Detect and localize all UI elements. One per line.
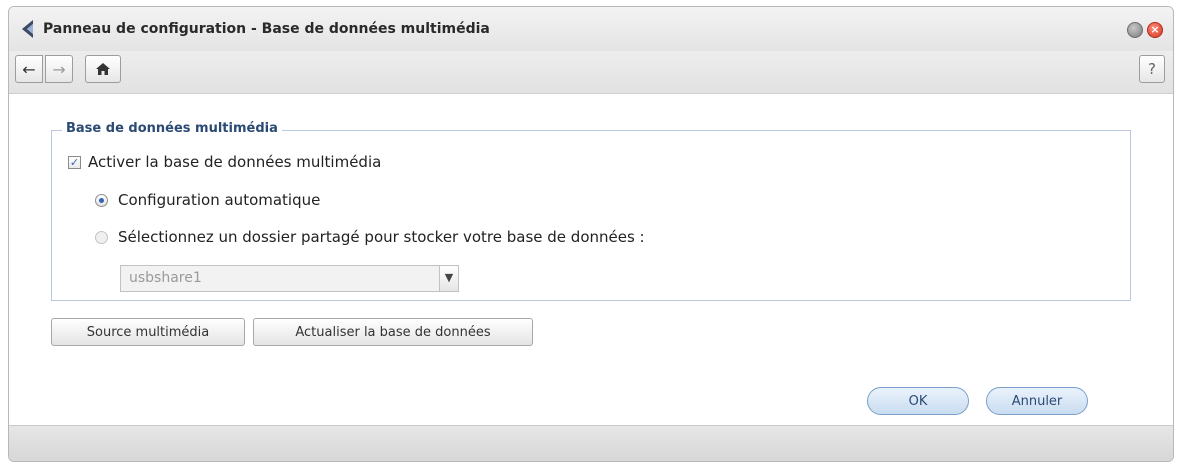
toolbar: ← → ? xyxy=(9,51,1173,94)
source-multimedia-button[interactable]: Source multimédia xyxy=(51,318,245,346)
refresh-database-button[interactable]: Actualiser la base de données xyxy=(253,318,533,346)
forward-button[interactable]: → xyxy=(45,55,73,83)
enable-label: Activer la base de données multimédia xyxy=(88,153,382,171)
enable-checkbox[interactable]: ✓ xyxy=(68,155,81,169)
arrow-right-icon: → xyxy=(52,59,66,79)
app-logo-icon xyxy=(22,20,33,38)
home-button[interactable] xyxy=(85,55,121,83)
config-window: Panneau de configuration - Base de donné… xyxy=(8,6,1174,462)
minimize-button[interactable] xyxy=(1127,22,1143,38)
ok-button[interactable]: OK xyxy=(867,387,969,415)
main-content: Base de données multimédia ✓ Activer la … xyxy=(9,94,1173,428)
window-title: Panneau de configuration - Base de donné… xyxy=(43,21,490,37)
close-button[interactable]: × xyxy=(1147,22,1163,38)
shared-folder-value: usbshare1 xyxy=(129,270,202,286)
cancel-button[interactable]: Annuler xyxy=(986,387,1088,415)
media-db-fieldset: Base de données multimédia ✓ Activer la … xyxy=(51,121,1131,301)
radio-shared[interactable] xyxy=(95,230,108,244)
title-bar: Panneau de configuration - Base de donné… xyxy=(9,7,1173,51)
radio-auto[interactable] xyxy=(95,193,108,207)
help-button[interactable]: ? xyxy=(1139,55,1165,83)
chevron-down-icon[interactable]: ▼ xyxy=(439,266,458,291)
enable-row[interactable]: ✓ Activer la base de données multimédia xyxy=(68,153,381,171)
shared-folder-select[interactable]: usbshare1 ▼ xyxy=(120,265,459,292)
radio-shared-label: Sélectionnez un dossier partagé pour sto… xyxy=(118,228,645,246)
radio-auto-row[interactable]: Configuration automatique xyxy=(95,191,320,209)
back-button[interactable]: ← xyxy=(15,55,43,83)
radio-auto-label: Configuration automatique xyxy=(118,191,321,209)
home-icon xyxy=(96,63,110,75)
radio-shared-row[interactable]: Sélectionnez un dossier partagé pour sto… xyxy=(95,228,645,246)
status-footer xyxy=(9,425,1173,461)
arrow-left-icon: ← xyxy=(22,59,36,79)
fieldset-legend: Base de données multimédia xyxy=(62,121,282,136)
